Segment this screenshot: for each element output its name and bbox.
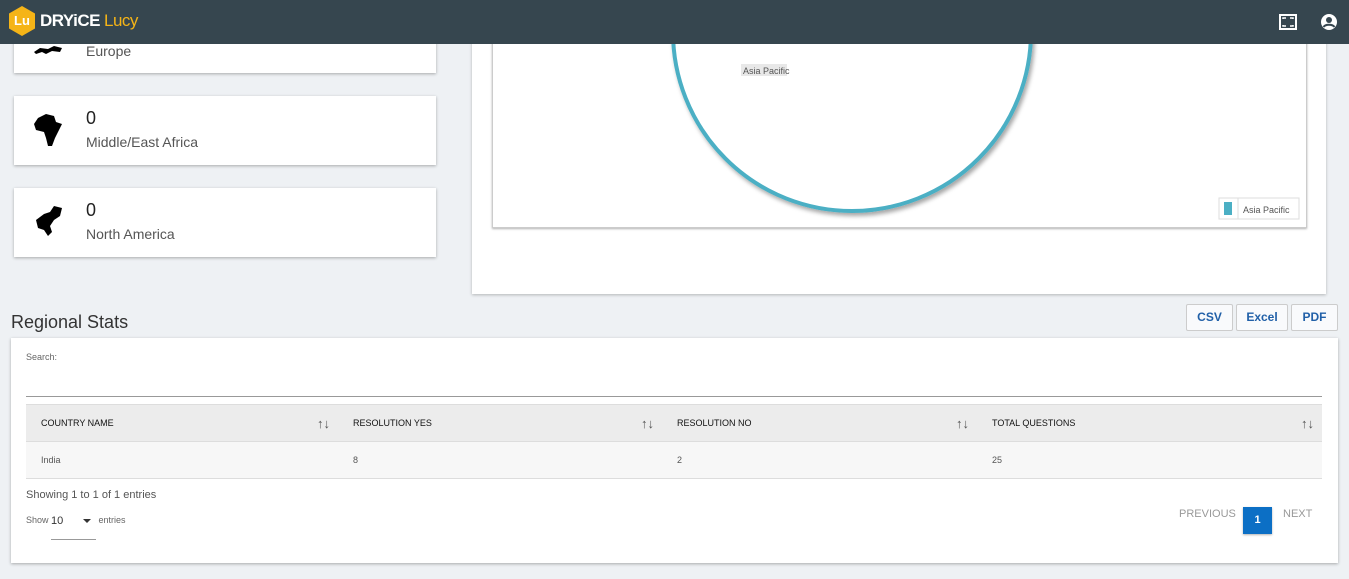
region-count: 0 (86, 108, 97, 128)
cell-country-name: India (26, 441, 338, 479)
region-name: North America (86, 226, 175, 242)
fullscreen-icon[interactable] (1278, 12, 1298, 32)
legend-item[interactable]: Asia Pacific (1243, 205, 1290, 215)
table-info: Showing 1 to 1 of 1 entries (26, 489, 157, 501)
region-name: Europe (86, 43, 132, 59)
table-row: India 8 2 25 (26, 441, 1322, 479)
sort-icon[interactable]: ↑↓ (317, 416, 330, 431)
export-csv-button[interactable]: CSV (1186, 304, 1233, 331)
next-page-button[interactable]: NEXT (1283, 508, 1312, 520)
region-count: 0 (86, 200, 97, 220)
account-icon[interactable] (1319, 12, 1339, 32)
page-1-button[interactable]: 1 (1243, 507, 1272, 534)
logo-icon: Lu (9, 6, 35, 36)
export-excel-button[interactable]: Excel (1236, 304, 1288, 331)
legend: Asia Pacific (1218, 197, 1300, 220)
region-card-north-america: 0 North America (14, 188, 436, 257)
page-size-select[interactable]: 10 (51, 515, 97, 540)
africa-map-icon (34, 114, 62, 146)
regional-stats-table: COUNTRY NAME ↑↓ RESOLUTION YES ↑↓ RESOLUTI… (26, 404, 1322, 479)
legend-swatch (1224, 202, 1232, 215)
product-name: Lucy (103, 11, 138, 30)
sort-icon[interactable]: ↑↓ (1301, 416, 1314, 431)
chevron-down-icon (83, 519, 92, 527)
regional-stats-table-card: Search: COUNTRY NAME ↑↓ RESOLUTION YES ↑↓ … (11, 338, 1338, 563)
brand-name: DRYiCE Lucy (40, 11, 138, 31)
entries-label: entries (98, 515, 126, 525)
column-label: TOTAL QUESTIONS (992, 418, 1076, 428)
region-card-middle-east-africa: 0 Middle/East Africa (14, 96, 436, 165)
page-length: Show 10 entries (26, 515, 126, 540)
column-label: RESOLUTION NO (677, 418, 752, 428)
column-header-resolution-no[interactable]: RESOLUTION NO ↑↓ (662, 404, 977, 442)
cell-resolution-yes: 8 (338, 441, 662, 479)
top-bar: Lu DRYiCE Lucy (0, 0, 1349, 44)
north-america-map-icon (36, 206, 62, 236)
brand-text: DRYiCE (40, 11, 100, 30)
sort-icon[interactable]: ↑↓ (641, 416, 654, 431)
sort-icon[interactable]: ↑↓ (956, 416, 969, 431)
column-header-total-questions[interactable]: TOTAL QUESTIONS ↑↓ (977, 404, 1322, 442)
cell-resolution-no: 2 (662, 441, 977, 479)
column-label: COUNTRY NAME (41, 418, 114, 428)
slice-label: Asia Pacific (743, 66, 790, 76)
show-label: Show (26, 515, 49, 525)
cell-total-questions: 25 (977, 441, 1322, 479)
column-header-resolution-yes[interactable]: RESOLUTION YES ↑↓ (338, 404, 662, 442)
column-label: RESOLUTION YES (353, 418, 432, 428)
previous-page-button[interactable]: PREVIOUS (1179, 508, 1236, 520)
region-name: Middle/East Africa (86, 134, 199, 150)
column-header-country-name[interactable]: COUNTRY NAME ↑↓ (26, 404, 338, 442)
export-pdf-button[interactable]: PDF (1291, 304, 1338, 331)
search-input[interactable] (26, 368, 1322, 397)
search-label: Search: (26, 352, 58, 362)
section-title: Regional Stats (11, 312, 129, 332)
page-size-value: 10 (51, 515, 64, 527)
chart-panel: Asia Pacific Asia Pacific (472, 0, 1326, 294)
